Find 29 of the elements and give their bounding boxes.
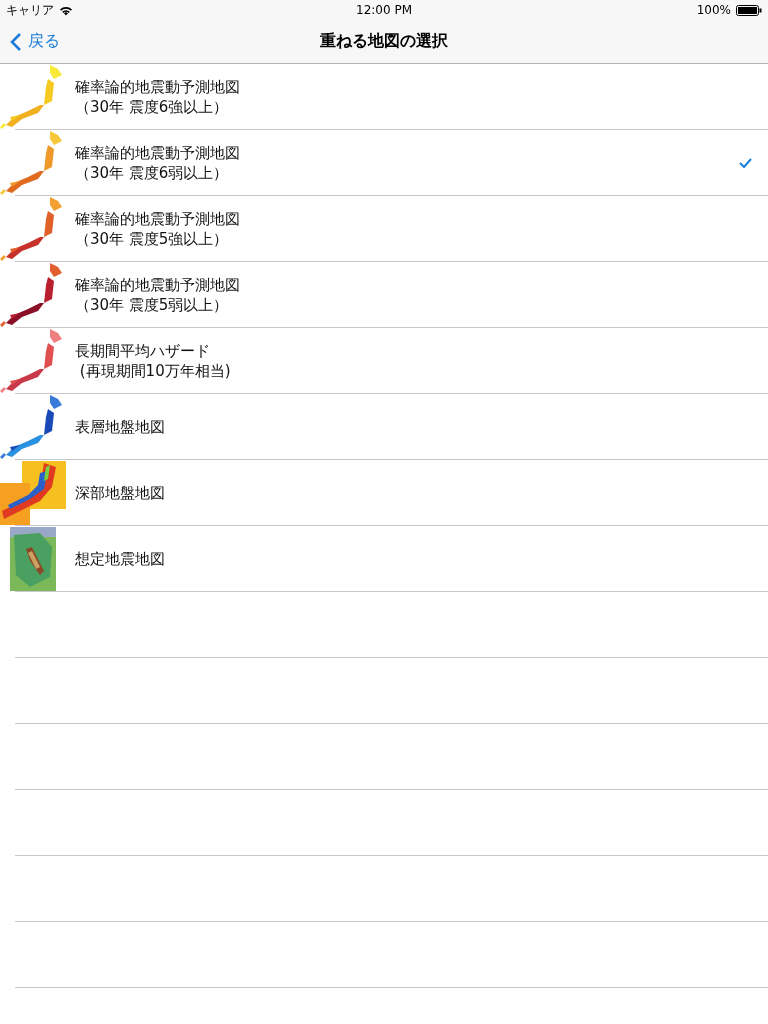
- map-list-item[interactable]: 確率論的地震動予測地図 （30年 震度6強以上）: [0, 64, 768, 130]
- battery-icon: [736, 4, 762, 16]
- map-name: 確率論的地震動予測地図: [75, 209, 240, 229]
- map-description: （30年 震度6弱以上）: [75, 163, 230, 183]
- nav-title: 重ねる地図の選択: [320, 31, 448, 52]
- back-chevron-icon: [10, 31, 22, 52]
- map-description: （30年 震度5弱以上）: [75, 295, 230, 315]
- map-list-item[interactable]: 確率論的地震動予測地図 （30年 震度5強以上）: [0, 196, 768, 262]
- clock-time: 12:00 PM: [356, 3, 412, 17]
- map-name: 長期間平均ハザード: [75, 341, 211, 361]
- map-name: 確率論的地震動予測地図: [75, 143, 240, 163]
- map-list-item[interactable]: 想定地震地図: [0, 526, 768, 592]
- map-list-item[interactable]: 長期間平均ハザード (再現期間10万年相当): [0, 328, 768, 394]
- map-list-item[interactable]: 表層地盤地図: [0, 394, 768, 460]
- map-name: 確率論的地震動予測地図: [75, 77, 240, 97]
- map-name: 想定地震地図: [75, 549, 165, 569]
- back-button[interactable]: 戻る: [2, 31, 68, 52]
- map-description: （30年 震度6強以上）: [75, 97, 230, 117]
- map-name: 確率論的地震動予測地図: [75, 275, 240, 295]
- carrier-name: キャリア: [6, 1, 54, 19]
- map-list-item[interactable]: 確率論的地震動予測地図 （30年 震度5弱以上）: [0, 262, 768, 328]
- battery-percent: 100%: [696, 3, 731, 17]
- map-name: 深部地盤地図: [75, 483, 165, 503]
- map-description: （30年 震度5強以上）: [75, 229, 230, 249]
- map-description: (再現期間10万年相当): [78, 361, 231, 381]
- wifi-icon: [59, 4, 73, 16]
- map-list-item[interactable]: 確率論的地震動予測地図 （30年 震度6弱以上）: [0, 130, 768, 196]
- map-name: 表層地盤地図: [75, 417, 165, 437]
- map-list-item[interactable]: 深部地盤地図: [0, 460, 768, 526]
